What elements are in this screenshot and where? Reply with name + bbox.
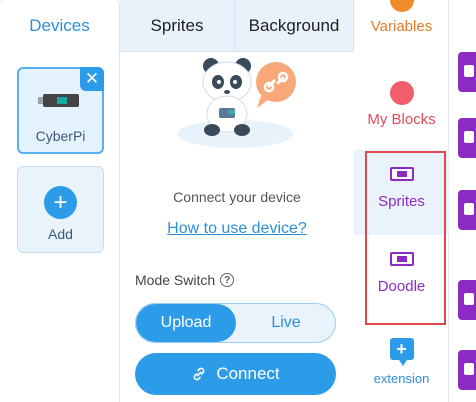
help-circle-icon[interactable]: ? xyxy=(220,273,235,287)
mode-switch-label: Mode Switch ? xyxy=(135,272,235,288)
close-icon[interactable]: ✕ xyxy=(80,67,104,91)
mode-upload-button[interactable]: Upload xyxy=(136,304,236,342)
connect-button[interactable]: Connect xyxy=(135,353,336,395)
app-window: Devices Sprites Background ✕ CyberPi + A… xyxy=(0,0,476,402)
block-palette xyxy=(449,0,476,402)
category-label: My Blocks xyxy=(367,111,436,128)
block-item[interactable] xyxy=(458,280,476,320)
add-device-button[interactable]: + Add xyxy=(17,166,104,253)
connect-message: Connect your device xyxy=(173,189,301,205)
how-to-use-link[interactable]: How to use device? xyxy=(120,220,354,238)
device-list: ✕ CyberPi + Add xyxy=(0,52,120,402)
category-my-blocks[interactable]: My Blocks xyxy=(354,81,449,128)
extension-label: extension xyxy=(373,371,430,386)
connect-label: Connect xyxy=(216,364,280,383)
device-panel: Devices Sprites Background ✕ CyberPi + A… xyxy=(0,0,354,402)
block-item[interactable] xyxy=(458,118,476,158)
device-label: CyberPi xyxy=(35,128,86,144)
add-extension-icon: + xyxy=(389,338,414,366)
plus-icon: + xyxy=(44,186,77,219)
mode-switch-text: Mode Switch xyxy=(135,272,216,288)
tab-background[interactable]: Background xyxy=(235,0,354,52)
my-blocks-dot-icon xyxy=(389,81,414,105)
link-icon xyxy=(193,367,205,381)
add-label: Add xyxy=(48,226,73,242)
mode-switch-toggle: Upload Live xyxy=(135,303,336,343)
category-variables[interactable]: Variables xyxy=(354,0,449,35)
cyberpi-device-image xyxy=(38,94,79,107)
panda-illustration xyxy=(177,58,296,148)
variables-dot-icon xyxy=(389,0,414,12)
mode-live-button[interactable]: Live xyxy=(236,304,335,342)
panel-tabs: Devices Sprites Background xyxy=(0,0,354,52)
category-label: Variables xyxy=(370,18,433,35)
block-item[interactable] xyxy=(458,190,476,230)
device-card-cyberpi[interactable]: ✕ CyberPi xyxy=(17,67,104,154)
tab-sprites[interactable]: Sprites xyxy=(120,0,235,52)
tab-devices[interactable]: Devices xyxy=(0,0,120,52)
block-item[interactable] xyxy=(458,350,476,390)
extension-button[interactable]: + extension xyxy=(354,333,449,386)
block-item[interactable] xyxy=(458,52,476,92)
highlight-box xyxy=(365,151,446,325)
connection-area: Connect your device How to use device? M… xyxy=(120,52,354,402)
